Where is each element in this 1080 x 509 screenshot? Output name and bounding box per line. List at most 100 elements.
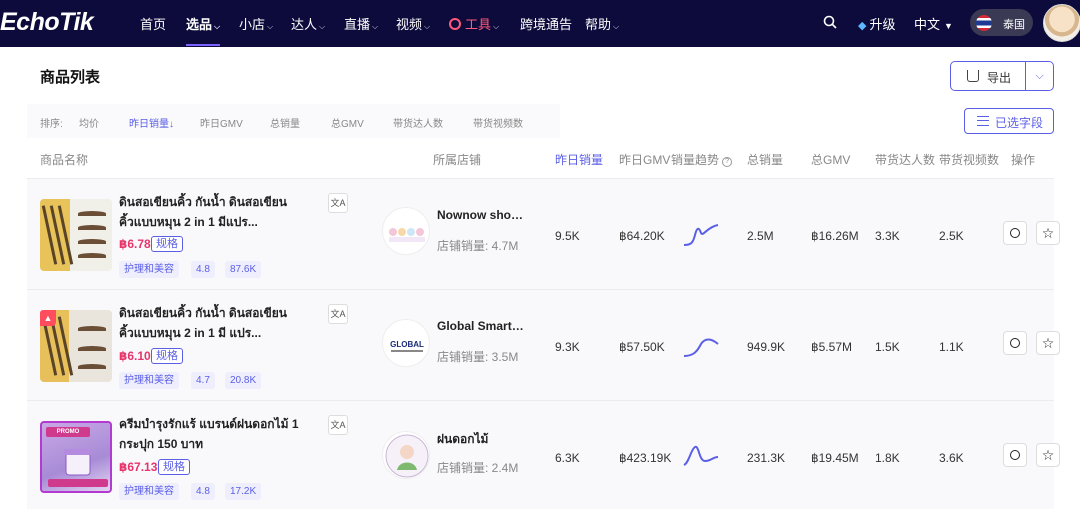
product-price: ฿6.78: [119, 237, 151, 251]
nav-products[interactable]: 选品 ⌵: [186, 14, 220, 33]
rating-tag: 4.7: [191, 372, 215, 389]
sort-avg-price[interactable]: 均价: [79, 115, 99, 130]
export-dropdown-button[interactable]: ⌵: [1025, 61, 1054, 91]
country-select[interactable]: 泰国: [970, 9, 1033, 36]
search-icon[interactable]: [822, 14, 838, 30]
spec-button[interactable]: 规格: [158, 459, 190, 475]
total-sales: 2.5M: [747, 229, 774, 243]
sort-label: 排序:: [40, 119, 63, 130]
nav-shops[interactable]: 小店 ⌵: [239, 14, 273, 33]
trend-icon[interactable]: [683, 443, 719, 471]
total-gmv: ฿5.57M: [811, 340, 852, 354]
caret-down-icon: ▼: [944, 21, 953, 31]
nav-tools[interactable]: 工具 ⌵: [449, 14, 499, 33]
col-sales-trend: 销量趋势?: [671, 151, 733, 168]
chevron-down-icon: ⌵: [319, 22, 326, 31]
shop-sales: 店铺销量: 4.7M: [437, 239, 519, 253]
col-shop: 所属店铺: [433, 153, 482, 167]
favorite-button[interactable]: ☆: [1036, 443, 1060, 467]
selected-fields-button[interactable]: 已选字段: [964, 108, 1054, 134]
video-count: 2.5K: [939, 229, 964, 243]
chevron-down-icon: ⌵: [424, 22, 431, 31]
nav-home[interactable]: 首页: [140, 14, 166, 33]
category-tag: 护理和美容: [119, 372, 179, 389]
export-label: 导出: [987, 71, 1012, 85]
upgrade-button[interactable]: ◆ 升级: [858, 14, 895, 33]
product-image[interactable]: [40, 199, 112, 271]
product-name[interactable]: ดินสอเขียนคิ้ว กันน้ำ ดินสอเขียนคิ้วแบบห…: [119, 192, 299, 232]
diamond-icon: ◆: [858, 20, 867, 32]
col-total-gmv[interactable]: 总GMV: [811, 151, 850, 168]
sort-yesterday-sales[interactable]: 昨日销量↓: [129, 115, 174, 130]
sort-videos[interactable]: 带货视频数: [473, 115, 523, 130]
shop-name[interactable]: ฝนดอกไม้: [437, 430, 527, 449]
nav-live[interactable]: 直播 ⌵: [344, 14, 378, 33]
yesterday-gmv: ฿64.20K: [619, 229, 665, 243]
shop-logo[interactable]: [382, 207, 430, 255]
logo[interactable]: EchoTik: [0, 8, 94, 37]
col-yesterday-gmv[interactable]: 昨日GMV: [619, 151, 670, 168]
brow-shape: [78, 364, 106, 369]
circle-icon: [1010, 338, 1020, 348]
spec-button[interactable]: 规格: [151, 236, 183, 252]
table-row[interactable]: ดินสอเขียนคิ้ว กันน้ำ ดินสอเขียนคิ้วแบบห…: [27, 178, 1060, 289]
chevron-down-icon: ⌵: [613, 22, 620, 31]
col-creators[interactable]: 带货达人数: [875, 151, 935, 168]
shop-name[interactable]: Global Smart S...: [437, 319, 527, 333]
sort-total-gmv[interactable]: 总GMV: [331, 115, 364, 130]
spec-button[interactable]: 规格: [151, 348, 183, 364]
cream-jar-art: [48, 449, 108, 487]
language-select[interactable]: 中文 ▼: [914, 14, 953, 33]
creator-count: 3.3K: [875, 229, 900, 243]
detail-button[interactable]: [1003, 331, 1027, 355]
sort-total-sales[interactable]: 总销量: [270, 115, 300, 130]
reviews-tag: 17.2K: [225, 483, 262, 500]
product-name[interactable]: ดินสอเขียนคิ้ว กันน้ำ ดินสอเขียนคิ้วแบบห…: [119, 303, 299, 343]
yesterday-gmv: ฿423.19K: [619, 451, 672, 465]
total-gmv: ฿19.45M: [811, 451, 859, 465]
sort-creators[interactable]: 带货达人数: [393, 115, 443, 130]
shop-logo[interactable]: GLOBAL: [382, 319, 430, 367]
nav-help[interactable]: 帮助 ⌵: [585, 14, 619, 33]
col-actions: 操作: [1011, 153, 1036, 167]
nav-videos[interactable]: 视频 ⌵: [396, 14, 430, 33]
translate-icon[interactable]: 文A: [328, 304, 348, 324]
trend-icon[interactable]: [683, 221, 719, 249]
translate-icon[interactable]: 文A: [328, 415, 348, 435]
help-icon[interactable]: ?: [722, 157, 733, 167]
favorite-button[interactable]: ☆: [1036, 331, 1060, 355]
favorite-button[interactable]: ☆: [1036, 221, 1060, 245]
export-button[interactable]: 导出: [950, 61, 1026, 91]
product-image[interactable]: PROMO: [40, 421, 112, 493]
reviews-tag: 20.8K: [225, 372, 262, 389]
col-total-sales[interactable]: 总销量: [747, 151, 783, 168]
nav-live-label: 直播: [344, 17, 371, 32]
shop-logo[interactable]: [382, 431, 430, 479]
avatar[interactable]: [1043, 4, 1080, 42]
detail-button[interactable]: [1003, 221, 1027, 245]
translate-icon[interactable]: 文A: [328, 193, 348, 213]
trend-icon[interactable]: [683, 334, 719, 362]
col-videos[interactable]: 带货视频数: [939, 151, 999, 168]
col-yesterday-sales[interactable]: 昨日销量: [555, 151, 603, 168]
upgrade-label: 升级: [869, 17, 896, 32]
nav-products-label: 选品: [186, 17, 213, 32]
nav-crossborder[interactable]: 跨境通告: [520, 14, 572, 33]
detail-button[interactable]: [1003, 443, 1027, 467]
table-row[interactable]: PROMO ครีมบำรุงรักแร้ แบรนด์ฝนดอกไม้ 1 ก…: [27, 400, 1060, 509]
shop-name[interactable]: Nownow shop ...: [437, 208, 527, 222]
pencil-shape: [41, 205, 58, 265]
sort-yesterday-gmv[interactable]: 昨日GMV: [200, 115, 243, 130]
video-count: 1.1K: [939, 340, 964, 354]
category-tag: 护理和美容: [119, 483, 179, 500]
brow-shape: [78, 211, 106, 216]
chevron-down-icon: ⌵: [1035, 70, 1044, 82]
creator-count: 1.5K: [875, 340, 900, 354]
shop-sales: 店铺销量: 2.4M: [437, 461, 519, 475]
nav-creators[interactable]: 达人 ⌵: [291, 14, 325, 33]
brow-shape: [78, 225, 106, 230]
brow-shape: [78, 253, 106, 258]
product-name[interactable]: ครีมบำรุงรักแร้ แบรนด์ฝนดอกไม้ 1 กระปุก …: [119, 414, 299, 454]
table-row[interactable]: ▲ ดินสอเขียนคิ้ว กันน้ำ ดินสอเขียนคิ้วแบ…: [27, 289, 1060, 400]
shop-logo-art: GLOBAL: [390, 340, 424, 352]
